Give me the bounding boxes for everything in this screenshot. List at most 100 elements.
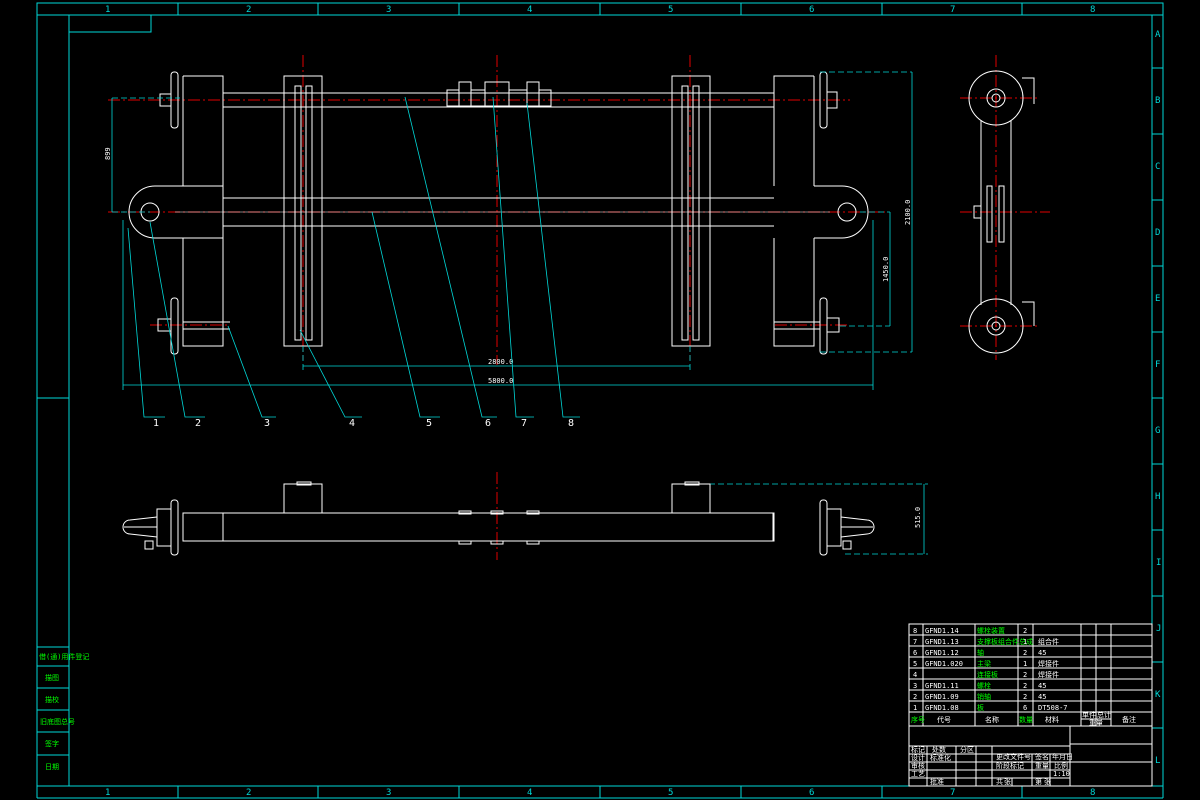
balloon-5: 5 [426, 418, 432, 429]
zone-row-d: D [1155, 228, 1160, 238]
bom-cell-no: 1 [913, 704, 917, 712]
bom-cell-qty: 2 [1023, 671, 1027, 679]
zone-row-f: F [1155, 360, 1160, 370]
title-cell-18: 1:10 [1053, 770, 1070, 778]
cad-drawing-sheet: 1 2 3 4 5 6 7 8 1 2 3 4 5 6 7 8 A B C D … [36, 2, 1164, 799]
bom-cell-code: GFND1.08 [925, 704, 959, 712]
zone-col-2-top: 2 [246, 5, 251, 15]
bom-cell-qty: 2 [1023, 627, 1027, 635]
dim-5800: 5800.0 [488, 377, 513, 385]
zone-col-7-bottom: 7 [950, 788, 955, 798]
title-cell-11: 阶段标记 [996, 761, 1024, 770]
zone-col-3-top: 3 [386, 5, 391, 15]
zone-col-8-top: 8 [1090, 5, 1095, 15]
bom-cell-qty: 1 [1023, 638, 1027, 646]
bom-cell-no: 4 [913, 671, 917, 679]
zone-col-8-bottom: 8 [1090, 788, 1095, 798]
bom-header-material: 材料 [1045, 715, 1059, 724]
bom-cell-name: 螺栓装置 [977, 626, 1005, 635]
title-cell-2: 分区 [960, 745, 974, 754]
zone-col-4-bottom: 4 [527, 788, 532, 798]
bom-cell-material: DT508-7 [1038, 704, 1068, 712]
bom-cell-code: GFND1.020 [925, 660, 963, 668]
strip-label-1: 借(通)用件登记 [39, 652, 89, 661]
dim-899: 899 [104, 147, 112, 160]
bom-header-weight-single: 单件 [1082, 710, 1096, 719]
zone-col-5-bottom: 5 [668, 788, 673, 798]
zone-col-2-bottom: 2 [246, 788, 251, 798]
title-cell-6: 设计 [911, 753, 925, 762]
zone-col-1-bottom: 1 [105, 788, 110, 798]
title-cell-8: 审核 [911, 761, 925, 770]
bom-cell-qty: 1 [1023, 660, 1027, 668]
dim-2100: 2100.0 [904, 200, 912, 225]
bom-cell-no: 7 [913, 638, 917, 646]
front-view-dimensions: 899 2100.0 1450.0 2800.0 5800.0 [104, 71, 913, 390]
balloon-2: 2 [195, 418, 201, 429]
zone-row-k: K [1155, 690, 1161, 700]
dim-2800: 2800.0 [488, 358, 513, 366]
bom-cell-qty: 2 [1023, 693, 1027, 701]
bom-cell-code: GFND1.14 [925, 627, 959, 635]
bom-cell-no: 8 [913, 627, 917, 635]
zone-row-e: E [1155, 294, 1160, 304]
title-cell-10: 批准 [930, 777, 944, 786]
balloon-1: 1 [153, 418, 159, 429]
balloon-7: 7 [521, 418, 527, 429]
bom-header-qty: 数量 [1019, 715, 1033, 724]
dim-1450: 1450.0 [882, 257, 890, 282]
bom-cell-code: GFND1.11 [925, 682, 959, 690]
title-cell-17: 张 [1044, 777, 1051, 786]
zone-col-6-bottom: 6 [809, 788, 814, 798]
side-view [960, 55, 1050, 360]
bom-cell-name: 连接板 [977, 670, 998, 679]
balloon-8: 8 [568, 418, 574, 429]
balloon-6: 6 [485, 418, 491, 429]
bom-cell-code: GFND1.09 [925, 693, 959, 701]
bom-header: 序号 代号 名称 数量 材料 单件 总计 重量 备注 [911, 710, 1136, 727]
title-block: 标记 处数 分区 更改文件号 签名 年月日 设计 标准化 审核 工艺 批准 阶段… [908, 725, 1153, 787]
zone-row-c: C [1155, 162, 1160, 172]
bom-cell-code: GFND1.12 [925, 649, 959, 657]
title-cell-14: 共 [996, 777, 1003, 786]
title-cell-0: 标记 [911, 745, 925, 754]
bom-cell-name: 螺栓 [977, 681, 991, 690]
front-view [108, 55, 885, 365]
bom-cell-material: 45 [1038, 649, 1046, 657]
bom-cell-name: 板 [977, 703, 984, 712]
zone-col-1-top: 1 [105, 5, 110, 15]
title-cell-4: 签名 [1035, 752, 1049, 761]
bom-rows: 8 GFND1.14 螺栓装置 27 GFND1.13 支撑板组合件总成1 组合件6 GFND… [913, 626, 1068, 712]
bom-header-name: 名称 [985, 715, 999, 724]
zone-row-g: G [1155, 426, 1160, 436]
title-cell-3: 更改文件号 [996, 752, 1031, 761]
bom-header-note: 备注 [1122, 715, 1136, 724]
bom-cell-qty: 2 [1023, 682, 1027, 690]
strip-label-4: 旧底图总号 [40, 717, 75, 726]
title-cell-7: 标准化 [930, 753, 951, 762]
title-cell-5: 年月日 [1052, 752, 1073, 761]
title-cell-1: 处数 [932, 745, 946, 754]
top-view: 515.0 [122, 472, 928, 560]
zone-col-7-top: 7 [950, 5, 955, 15]
zone-col-3-bottom: 3 [386, 788, 391, 798]
zone-col-5-top: 5 [668, 5, 673, 15]
title-cell-13: 比例 [1054, 761, 1068, 770]
balloon-3: 3 [264, 418, 270, 429]
zone-col-4-top: 4 [527, 5, 532, 15]
bom-cell-no: 3 [913, 682, 917, 690]
bom-cell-name: 轴 [977, 648, 984, 657]
zone-row-b: B [1155, 96, 1160, 106]
bom-cell-no: 6 [913, 649, 917, 657]
bom-cell-material: 焊接件 [1038, 670, 1059, 679]
balloon-4: 4 [349, 418, 355, 429]
zone-col-6-top: 6 [809, 5, 814, 15]
bom-cell-material: 45 [1038, 693, 1046, 701]
bom-cell-name: 销轴 [977, 692, 991, 701]
bom-header-no: 序号 [911, 715, 925, 724]
strip-label-3: 描校 [45, 695, 59, 704]
sheet-frame [36, 2, 1164, 787]
bom-header-weight-total: 总计 [1097, 710, 1111, 719]
bom-cell-qty: 2 [1023, 649, 1027, 657]
bom-cell-material: 焊接件 [1038, 659, 1059, 668]
